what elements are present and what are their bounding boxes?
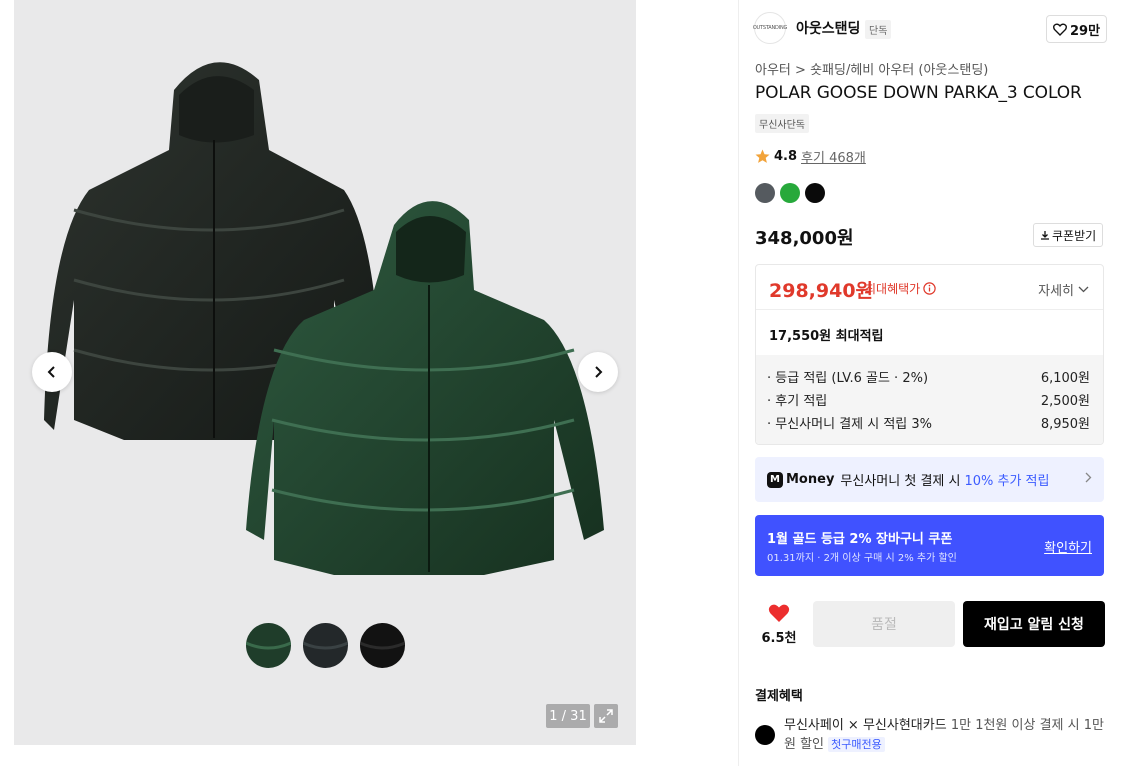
breadcrumb-subcategory[interactable]: 숏패딩/헤비 아우터 (아웃스탠딩) [810,63,988,78]
original-price: 348,000원 [755,228,854,249]
thumbnail-green[interactable] [246,623,291,668]
brand-logo-text: OUTSTANDING [752,25,788,31]
chevron-right-icon [1085,472,1092,487]
brand-name[interactable]: 아웃스탠딩 [796,18,860,38]
musinsa-money-banner[interactable]: M Money 무신사머니 첫 결제 시 10% 추가 적립 [755,457,1104,502]
points-item: · 무신사머니 결제 시 적립 3% 8,950원 [767,413,1090,436]
gold-coupon-banner: 1월 골드 등급 2% 장바구니 쿠폰 01.31까지 · 2개 이상 구매 시… [755,515,1104,576]
color-swatch-gray[interactable] [755,183,775,203]
points-item: · 후기 적립 2,500원 [767,390,1090,413]
payment-benefits-title: 결제혜택 [755,689,803,704]
brand-like-count: 29만 [1070,23,1101,39]
brand-logo[interactable]: OUTSTANDING [752,12,788,44]
rating-score: 4.8 [774,149,798,164]
thumbnail-image [360,623,405,668]
max-benefit-price: 298,940원 [769,280,874,302]
money-m-icon: M [767,471,783,488]
points-item-label: · 등급 적립 (LV.6 골드 · 2%) [767,371,929,386]
gold-coupon-subtitle: 01.31까지 · 2개 이상 구매 시 2% 추가 할인 [767,553,957,564]
download-icon [1041,231,1049,240]
review-count-link[interactable]: 후기 468개 [801,147,866,166]
breadcrumb-category[interactable]: 아우터 [755,63,791,78]
color-swatch-black[interactable] [805,183,825,203]
expand-icon [599,709,613,723]
payment-benefit-name: 무신사페이 × 무신사현대카드 [784,718,947,733]
max-benefit-label: 최대혜택가 [865,280,936,297]
thumbnail-black[interactable] [360,623,405,668]
thumbnail-image [303,623,348,668]
money-banner-text: 무신사머니 첫 결제 시 [840,474,961,489]
product-image-gallery[interactable]: 1 / 31 [14,0,636,745]
soldout-button[interactable]: 품절 [813,601,955,647]
coupon-download-button[interactable]: 쿠폰받기 [1033,223,1104,247]
points-item-value: 6,100원 [1040,371,1090,386]
benefit-box: 298,940원 최대혜택가 자세히 17,550원 최대적립 · 등급 적립 … [755,264,1104,445]
brand-exclusive-tag: 단독 [865,20,892,39]
restock-notify-button[interactable]: 재입고 알림 신청 [963,601,1105,647]
max-benefit-label-text: 최대혜택가 [865,282,921,296]
coupon-label: 쿠폰받기 [1052,228,1097,243]
max-benefit-row: 298,940원 최대혜택가 자세히 [756,265,1103,310]
color-swatches [755,183,825,203]
points-item-label: · 무신사머니 결제 시 적립 3% [767,417,933,432]
points-item-value: 8,950원 [1040,417,1090,432]
rating: 4.8 후기 468개 [755,147,866,166]
musinsa-pay-icon [755,725,775,745]
gold-coupon-title: 1월 골드 등급 2% 장바구니 쿠폰 [767,532,953,547]
chevron-down-icon [1078,286,1089,293]
gold-coupon-confirm-link[interactable]: 확인하기 [1044,537,1092,556]
breadcrumb-separator: > [795,63,806,78]
star-icon [755,149,770,163]
points-breakdown: · 등급 적립 (LV.6 골드 · 2%) 6,100원 · 후기 적립 2,… [756,355,1103,444]
exclusive-tag: 무신사단독 [755,114,809,133]
thumbnail-image [246,623,291,668]
heart-outline-icon [1053,23,1067,36]
chevron-left-icon [47,366,55,378]
money-banner-accent: 10% 추가 적립 [964,474,1050,489]
product-title: POLAR GOOSE DOWN PARKA_3 COLOR [755,83,1082,103]
next-image-button[interactable] [578,352,618,392]
wishlist-button[interactable]: 6.5천 [755,603,803,646]
points-item-label: · 후기 적립 [767,394,828,409]
brand-like-button[interactable]: 29만 [1046,15,1108,43]
thumbnail-dark-green[interactable] [303,623,348,668]
payment-benefit-item: 무신사페이 × 무신사현대카드 1만 1천원 이상 결제 시 1만원 할인 첫구… [784,716,1104,754]
first-purchase-badge: 첫구매전용 [828,737,885,752]
previous-image-button[interactable] [32,352,72,392]
money-logo: M Money [767,471,835,488]
color-swatch-green[interactable] [780,183,800,203]
info-icon[interactable] [923,282,936,295]
image-counter: 1 / 31 [546,704,590,728]
points-item: · 등급 적립 (LV.6 골드 · 2%) 6,100원 [767,367,1090,390]
product-info-panel: OUTSTANDING 아웃스탠딩 단독 29만 아우터 > 숏패딩/헤비 아우… [738,0,1125,766]
benefit-detail-toggle[interactable]: 자세히 [1038,280,1089,299]
detail-toggle-label: 자세히 [1038,284,1074,299]
money-logo-text: Money [786,472,835,487]
chevron-right-icon [595,366,603,378]
expand-image-button[interactable] [594,704,618,728]
max-points: 17,550원 최대적립 [769,329,884,344]
wishlist-count: 6.5천 [761,631,797,646]
breadcrumb: 아우터 > 숏패딩/헤비 아우터 (아웃스탠딩) [755,59,988,78]
points-item-value: 2,500원 [1040,394,1090,409]
heart-filled-icon [768,604,790,622]
color-thumbnails [246,623,405,668]
